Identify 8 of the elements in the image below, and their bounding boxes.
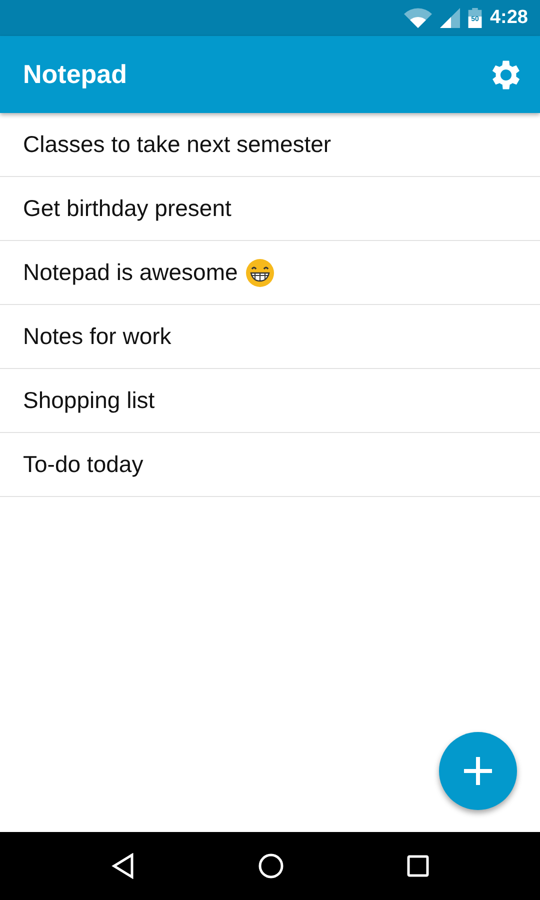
app-title: Notepad	[23, 59, 127, 90]
note-title[interactable]: To-do today	[23, 451, 144, 478]
note-title[interactable]: Classes to take next semester	[23, 131, 332, 158]
note-title[interactable]: Shopping list	[23, 387, 155, 414]
status-time: 4:28	[490, 7, 528, 29]
note-title[interactable]: Notepad is awesome	[23, 259, 238, 286]
note-title[interactable]: Notes for work	[23, 323, 172, 350]
note-title[interactable]: Get birthday present	[23, 195, 232, 222]
